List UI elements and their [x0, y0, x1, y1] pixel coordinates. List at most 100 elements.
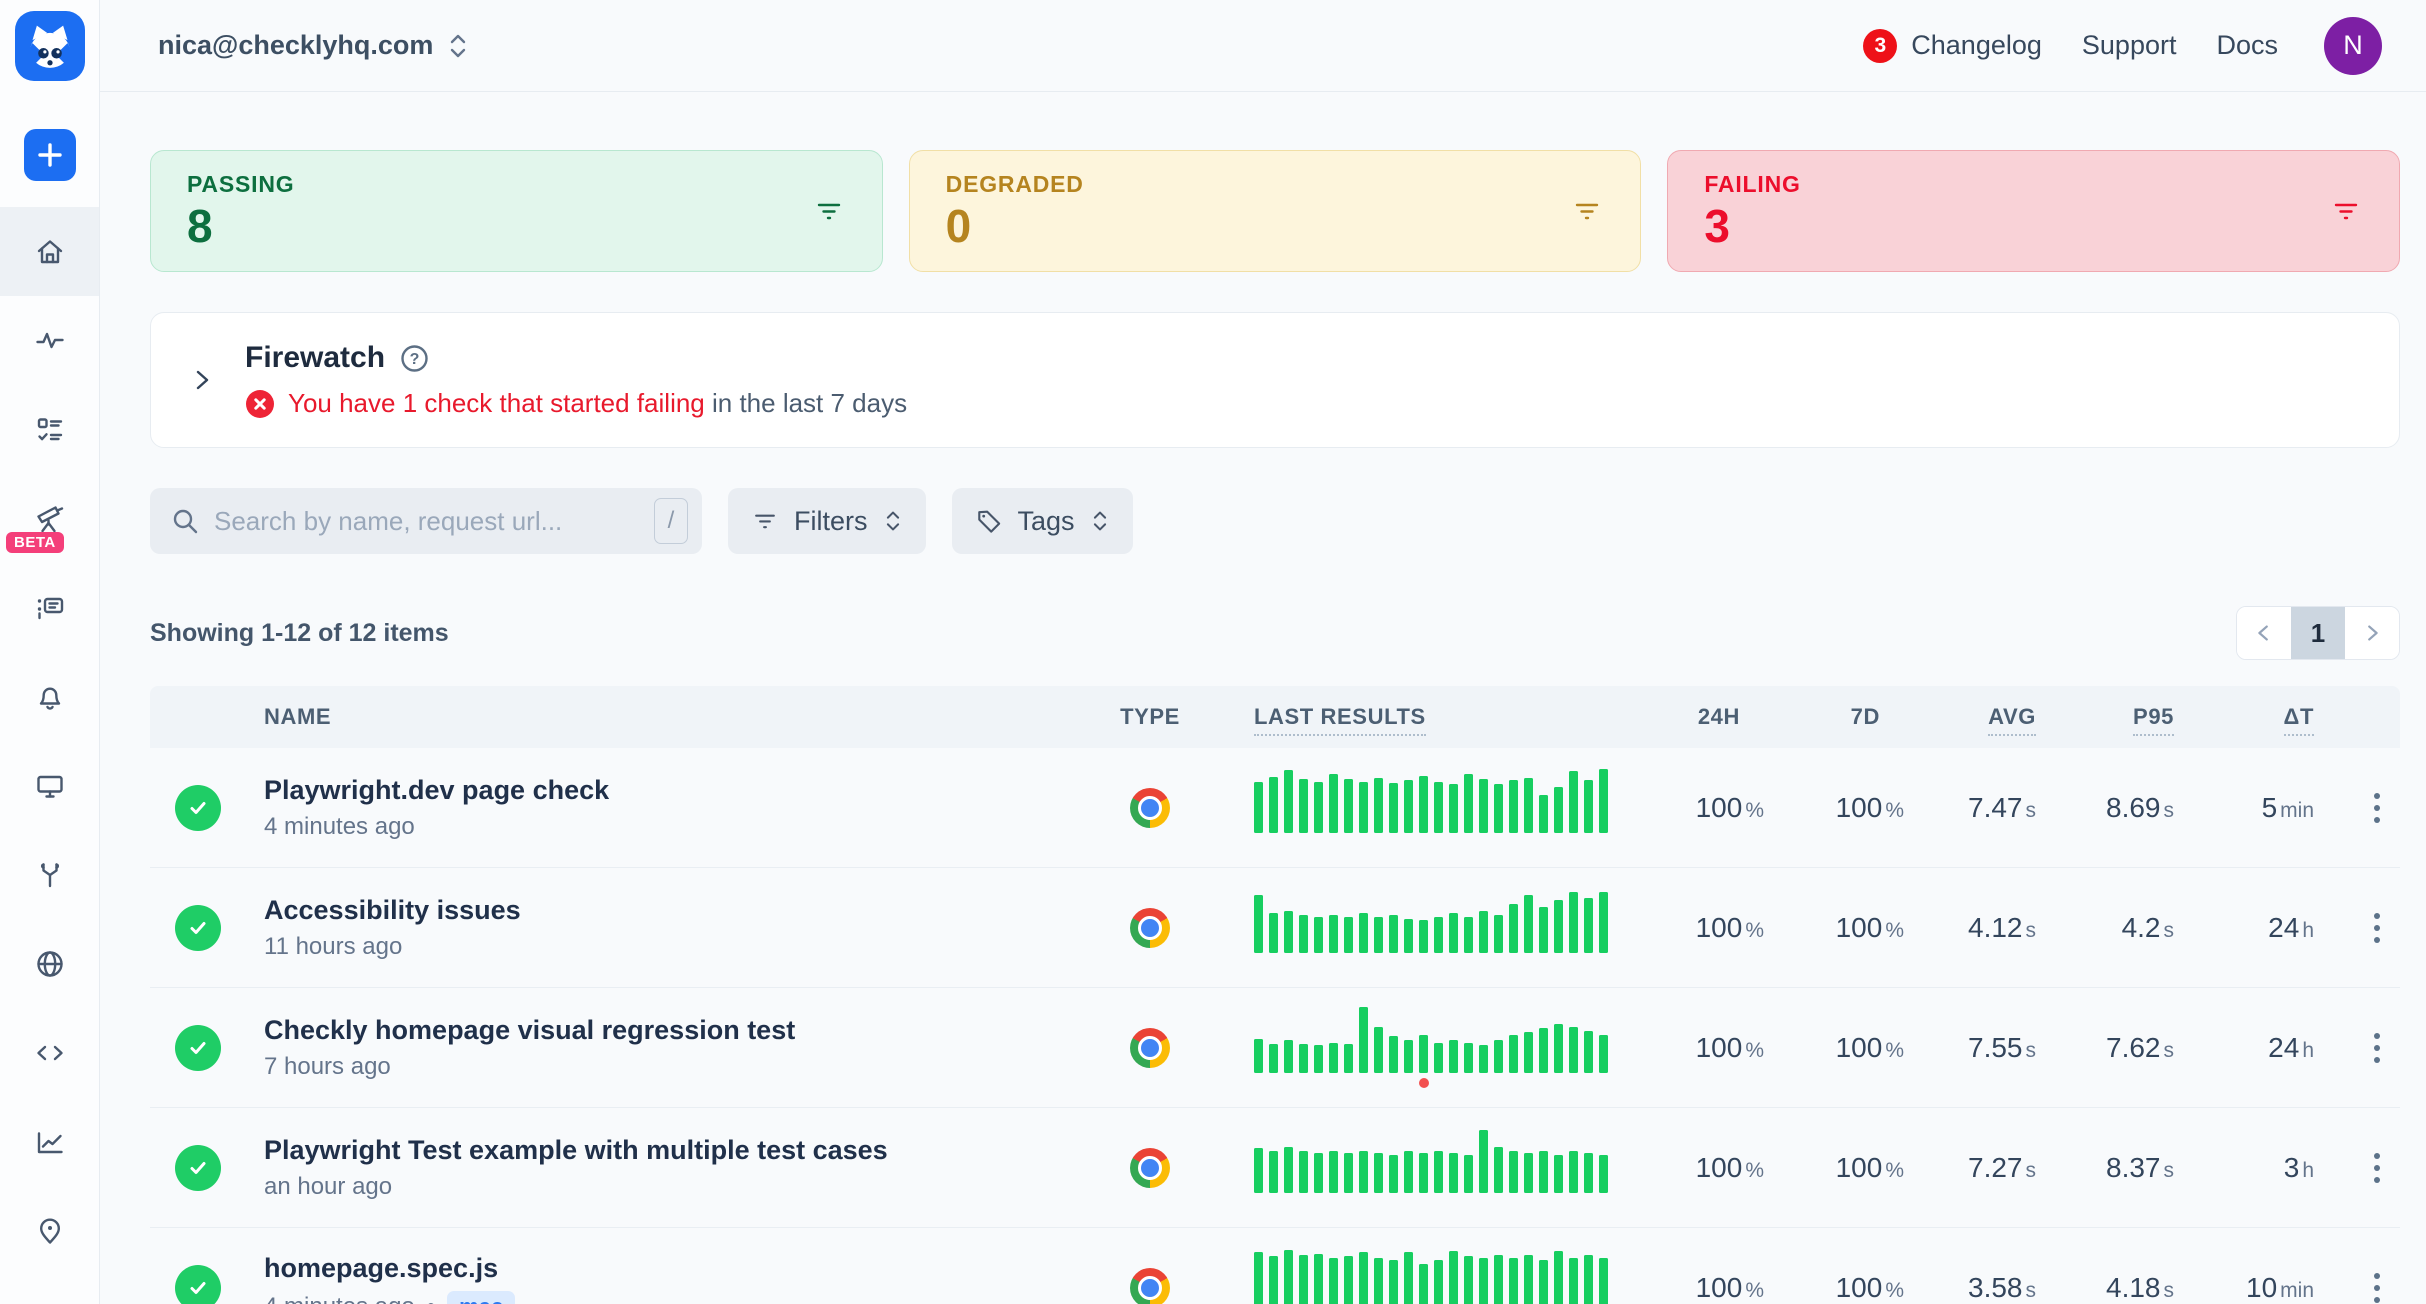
result-bar[interactable]	[1359, 1007, 1368, 1073]
table-row[interactable]: Accessibility issues 11 hours ago 100% 1…	[150, 868, 2400, 988]
result-bar[interactable]	[1584, 1255, 1593, 1304]
result-bar[interactable]	[1269, 777, 1278, 833]
check-name[interactable]: Accessibility issues	[264, 895, 1086, 926]
result-bar[interactable]	[1314, 1254, 1323, 1304]
result-bar[interactable]	[1494, 1255, 1503, 1304]
sidebar-item-analytics[interactable]	[0, 1097, 99, 1186]
result-bar[interactable]	[1509, 1258, 1518, 1304]
result-bar[interactable]	[1494, 1147, 1503, 1193]
user-avatar[interactable]: N	[2324, 17, 2382, 75]
result-bar[interactable]	[1449, 1153, 1458, 1193]
search-input[interactable]	[214, 506, 640, 537]
sidebar-item-detect-beta[interactable]: BETA	[0, 474, 99, 563]
result-bar[interactable]	[1314, 782, 1323, 833]
result-bar[interactable]	[1539, 907, 1548, 953]
result-bar[interactable]	[1374, 1153, 1383, 1193]
result-bar[interactable]	[1359, 913, 1368, 953]
result-bar[interactable]	[1494, 915, 1503, 953]
result-bar[interactable]	[1494, 1040, 1503, 1073]
failed-result-dot[interactable]	[1419, 1078, 1429, 1088]
result-bar[interactable]	[1479, 1258, 1488, 1304]
sidebar-item-private-locations[interactable]	[0, 919, 99, 1008]
result-bar[interactable]	[1539, 1260, 1548, 1304]
result-bar[interactable]	[1599, 892, 1608, 953]
sidebar-item-home[interactable]	[0, 207, 99, 296]
result-bar[interactable]	[1494, 784, 1503, 833]
result-bar[interactable]	[1344, 917, 1353, 953]
result-bar[interactable]	[1539, 1151, 1548, 1193]
prev-page-button[interactable]	[2237, 607, 2291, 659]
result-bar[interactable]	[1554, 1155, 1563, 1193]
col-header-last-results[interactable]: LAST RESULTS	[1214, 704, 1614, 730]
result-bar[interactable]	[1449, 784, 1458, 833]
result-bar[interactable]	[1344, 1256, 1353, 1304]
result-bar[interactable]	[1479, 1130, 1488, 1193]
result-bar[interactable]	[1389, 915, 1398, 953]
result-bar[interactable]	[1569, 1258, 1578, 1304]
result-bar[interactable]	[1539, 795, 1548, 833]
result-bar[interactable]	[1284, 1250, 1293, 1304]
result-bar[interactable]	[1269, 1256, 1278, 1304]
page-number[interactable]: 1	[2291, 607, 2345, 659]
sidebar-item-dashboards[interactable]	[0, 741, 99, 830]
support-link[interactable]: Support	[2082, 30, 2177, 61]
result-bar[interactable]	[1434, 917, 1443, 953]
result-bar[interactable]	[1524, 1032, 1533, 1073]
result-bar[interactable]	[1584, 1031, 1593, 1073]
result-bar[interactable]	[1404, 919, 1413, 953]
passing-card[interactable]: PASSING 8	[150, 150, 883, 272]
result-bar[interactable]	[1524, 1255, 1533, 1304]
check-name[interactable]: Playwright Test example with multiple te…	[264, 1135, 1086, 1166]
checkly-logo[interactable]	[0, 0, 99, 92]
result-bar[interactable]	[1359, 1252, 1368, 1304]
result-bar[interactable]	[1329, 1258, 1338, 1304]
result-bar[interactable]	[1569, 892, 1578, 953]
result-bar[interactable]	[1284, 770, 1293, 833]
result-bar[interactable]	[1269, 1151, 1278, 1193]
result-bar[interactable]	[1389, 783, 1398, 833]
result-bar[interactable]	[1464, 774, 1473, 833]
result-bar[interactable]	[1464, 1043, 1473, 1073]
result-bar[interactable]	[1524, 895, 1533, 953]
result-bar[interactable]	[1599, 1035, 1608, 1073]
result-bar[interactable]	[1419, 1153, 1428, 1193]
result-bar[interactable]	[1419, 776, 1428, 833]
result-bar[interactable]	[1554, 1024, 1563, 1073]
check-name[interactable]: homepage.spec.js	[264, 1253, 1086, 1284]
account-switcher[interactable]: nica@checklyhq.com	[158, 30, 471, 61]
kebab-menu-icon[interactable]	[2368, 907, 2386, 949]
expand-chevron-icon[interactable]	[187, 365, 217, 395]
result-bar[interactable]	[1284, 911, 1293, 953]
sidebar-item-checks[interactable]	[0, 385, 99, 474]
result-bar[interactable]	[1509, 1035, 1518, 1073]
result-bar[interactable]	[1464, 917, 1473, 953]
result-bar[interactable]	[1449, 913, 1458, 953]
result-bar[interactable]	[1434, 782, 1443, 833]
result-bar[interactable]	[1509, 904, 1518, 953]
result-bar[interactable]	[1479, 779, 1488, 833]
result-bar[interactable]	[1464, 1155, 1473, 1193]
result-bar[interactable]	[1299, 1151, 1308, 1193]
result-bar[interactable]	[1344, 779, 1353, 833]
result-bar[interactable]	[1374, 1258, 1383, 1304]
results-bar-chart[interactable]	[1254, 1247, 1614, 1304]
result-bar[interactable]	[1524, 1153, 1533, 1193]
changelog-link[interactable]: 3 Changelog	[1863, 29, 2042, 63]
result-bar[interactable]	[1599, 1258, 1608, 1304]
result-bar[interactable]	[1389, 1155, 1398, 1193]
tags-button[interactable]: Tags	[952, 488, 1133, 554]
result-bar[interactable]	[1554, 1251, 1563, 1304]
result-bar[interactable]	[1404, 1151, 1413, 1193]
result-bar[interactable]	[1509, 780, 1518, 833]
result-bar[interactable]	[1569, 1027, 1578, 1073]
result-bar[interactable]	[1479, 911, 1488, 953]
result-bar[interactable]	[1584, 898, 1593, 953]
results-bar-chart[interactable]	[1254, 1007, 1614, 1088]
result-bar[interactable]	[1254, 1148, 1263, 1193]
result-bar[interactable]	[1299, 779, 1308, 833]
create-new-button[interactable]	[24, 129, 76, 181]
result-bar[interactable]	[1464, 1256, 1473, 1304]
result-bar[interactable]	[1449, 1040, 1458, 1073]
docs-link[interactable]: Docs	[2216, 30, 2278, 61]
sidebar-item-logs[interactable]	[0, 563, 99, 652]
